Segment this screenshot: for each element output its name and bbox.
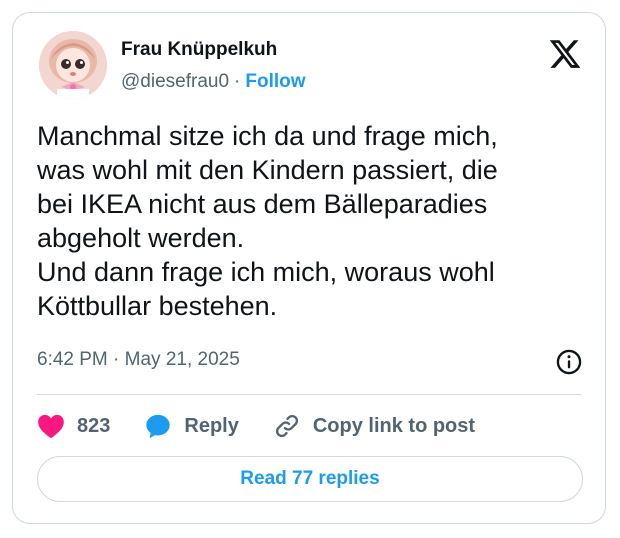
author-handle-row: @diesefrau0 · Follow	[121, 71, 306, 93]
tweet-text: Manchmal sitze ich da und frage mich, wa…	[37, 119, 597, 323]
tweet-line: was wohl mit den Kindern passiert, die	[37, 155, 498, 185]
tweet-line: Manchmal sitze ich da und frage mich,	[37, 121, 498, 151]
separator-dot: ·	[234, 71, 241, 92]
reply-label: Reply	[184, 414, 239, 437]
avatar[interactable]	[39, 31, 107, 99]
info-icon[interactable]	[555, 348, 583, 376]
doll-avatar-icon	[39, 31, 107, 99]
tweet-line: Köttbullar bestehen.	[37, 291, 278, 321]
copy-link-button[interactable]: Copy link to post	[273, 412, 475, 440]
read-replies-button[interactable]: Read 77 replies	[37, 456, 583, 502]
heart-icon	[38, 414, 64, 439]
tweet-line: bei IKEA nicht aus dem Bälleparadies	[37, 189, 488, 219]
like-count: 823	[77, 414, 111, 437]
reply-button[interactable]: Reply	[144, 412, 239, 440]
tweet-line: abgeholt werden.	[37, 223, 245, 253]
tweet-line: Und dann frage ich mich, woraus wohl	[37, 257, 495, 287]
action-bar: 823 Reply Copy link to post	[37, 409, 509, 443]
follow-button[interactable]: Follow	[245, 71, 305, 92]
author-name[interactable]: Frau Knüppelkuh	[121, 39, 277, 61]
tweet-timestamp[interactable]: 6:42 PM · May 21, 2025	[37, 349, 240, 371]
x-logo-icon[interactable]	[547, 37, 583, 71]
author-handle[interactable]: @diesefrau0	[121, 71, 229, 92]
copy-link-label: Copy link to post	[312, 414, 476, 437]
like-button[interactable]: 823	[37, 413, 110, 439]
reply-bubble-icon	[146, 414, 171, 439]
divider	[37, 394, 581, 395]
tweet-card: Frau Knüppelkuh @diesefrau0 · Follow Manch…	[12, 12, 606, 524]
link-icon	[275, 414, 298, 438]
